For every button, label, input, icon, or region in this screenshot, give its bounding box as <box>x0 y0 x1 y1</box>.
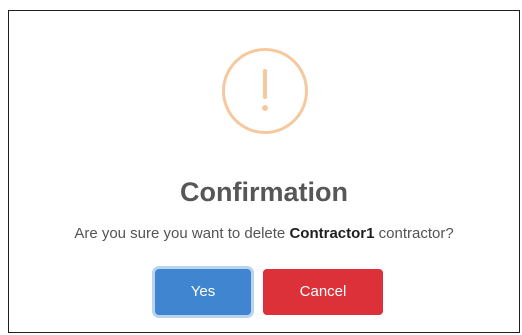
exclamation-icon <box>262 69 268 111</box>
message-prefix: Are you sure you want to delete <box>74 225 290 242</box>
message-suffix: contractor? <box>374 225 454 242</box>
dialog-message: Are you sure you want to delete Contract… <box>9 224 519 244</box>
dialog-title: Confirmation <box>180 177 348 207</box>
cancel-button[interactable]: Cancel <box>263 269 383 315</box>
confirmation-dialog: Confirmation Are you sure you want to de… <box>8 10 520 333</box>
contractor-name: Contractor1 <box>289 225 375 242</box>
warning-icon <box>222 48 308 134</box>
yes-button[interactable]: Yes <box>155 269 251 315</box>
